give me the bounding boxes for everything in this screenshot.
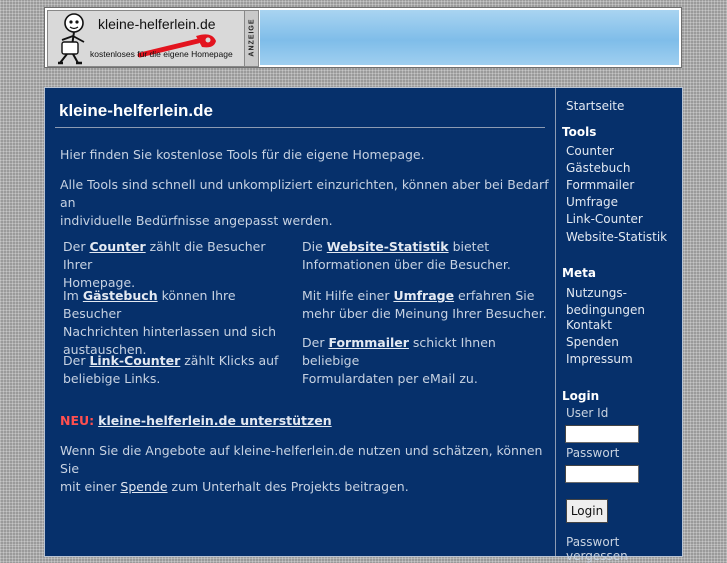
logo-name: kleine-helferlein.de (98, 16, 216, 32)
link-website-stats[interactable]: Website-Statistik (327, 239, 449, 254)
tool-desc-counter: Der Counter zählt die Besucher Ihrer Hom… (63, 239, 266, 290)
sidebar-item-formmailer[interactable]: Formmailer (566, 178, 634, 192)
sidebar-heading-meta: Meta (562, 266, 596, 280)
support-text: Wenn Sie die Angebote auf kleine-helferl… (60, 443, 543, 494)
sidebar-heading-login: Login (562, 389, 600, 403)
userid-label: User Id (566, 406, 609, 420)
ad-banner[interactable] (260, 10, 679, 65)
sidebar-item-survey[interactable]: Umfrage (566, 195, 618, 209)
sidebar-item-guestbook[interactable]: Gästebuch (566, 161, 630, 175)
ad-label-text: ANZEIGE (248, 18, 256, 57)
title-divider (55, 127, 545, 128)
helper-figure-icon (58, 13, 85, 65)
sidebar-item-donate[interactable]: Spenden (566, 335, 619, 349)
ad-label: ANZEIGE (244, 10, 259, 67)
sidebar-item-terms[interactable]: Nutzungs- bedingungen (566, 285, 645, 319)
content-area: kleine-helferlein.de Hier finden Sie kos… (45, 88, 555, 556)
news-badge: NEU: (60, 413, 95, 428)
tool-desc-survey: Mit Hilfe einer Umfrage erfahren Sie meh… (302, 288, 547, 321)
tool-desc-guestbook: Im Gästebuch können Ihre Besucher Nachri… (63, 288, 277, 357)
sidebar-item-contact[interactable]: Kontakt (566, 318, 612, 332)
link-link-counter[interactable]: Link-Counter (89, 353, 180, 368)
link-guestbook[interactable]: Gästebuch (83, 288, 158, 303)
forgot-password-link[interactable]: Passwort vergessen (566, 535, 683, 563)
logo-ad[interactable]: kleine-helferlein.de kostenloses für die… (47, 10, 245, 67)
tool-desc-link-counter: Der Link-Counter zählt Klicks auf belieb… (63, 353, 279, 386)
password-input[interactable] (565, 465, 639, 483)
intro-text: Hier finden Sie kostenlose Tools für die… (60, 147, 425, 162)
sidebar-item-imprint[interactable]: Impressum (566, 352, 633, 366)
intro-details: Alle Tools sind schnell und unkomplizier… (60, 177, 549, 228)
password-label: Passwort (566, 446, 620, 460)
page-title: kleine-helferlein.de (59, 101, 213, 120)
logo-tagline: kostenloses für die eigene Homepage (90, 49, 233, 59)
login-button[interactable]: Login (566, 499, 608, 523)
sidebar-item-link-counter[interactable]: Link-Counter (566, 212, 643, 226)
news-line: NEU: kleine-helferlein.de unterstützen (60, 412, 332, 430)
donate-link[interactable]: Spende (120, 479, 167, 494)
userid-input[interactable] (565, 425, 639, 443)
sidebar: Startseite Tools Counter Gästebuch Formm… (555, 88, 683, 563)
sidebar-heading-tools: Tools (562, 125, 597, 139)
top-banner: kleine-helferlein.de kostenloses für die… (44, 7, 682, 68)
link-survey[interactable]: Umfrage (393, 288, 454, 303)
sidebar-item-website-stats[interactable]: Website-Statistik (566, 230, 667, 244)
support-link[interactable]: kleine-helferlein.de unterstützen (98, 413, 332, 428)
link-formmailer[interactable]: Formmailer (328, 335, 408, 350)
tool-desc-website-stats: Die Website-Statistik bietet Information… (302, 239, 511, 272)
link-counter[interactable]: Counter (89, 239, 145, 254)
sidebar-item-home[interactable]: Startseite (566, 99, 624, 113)
tool-desc-formmailer: Der Formmailer schickt Ihnen beliebige F… (302, 335, 496, 386)
main-panel: kleine-helferlein.de Hier finden Sie kos… (44, 87, 683, 563)
sidebar-item-counter[interactable]: Counter (566, 144, 614, 158)
